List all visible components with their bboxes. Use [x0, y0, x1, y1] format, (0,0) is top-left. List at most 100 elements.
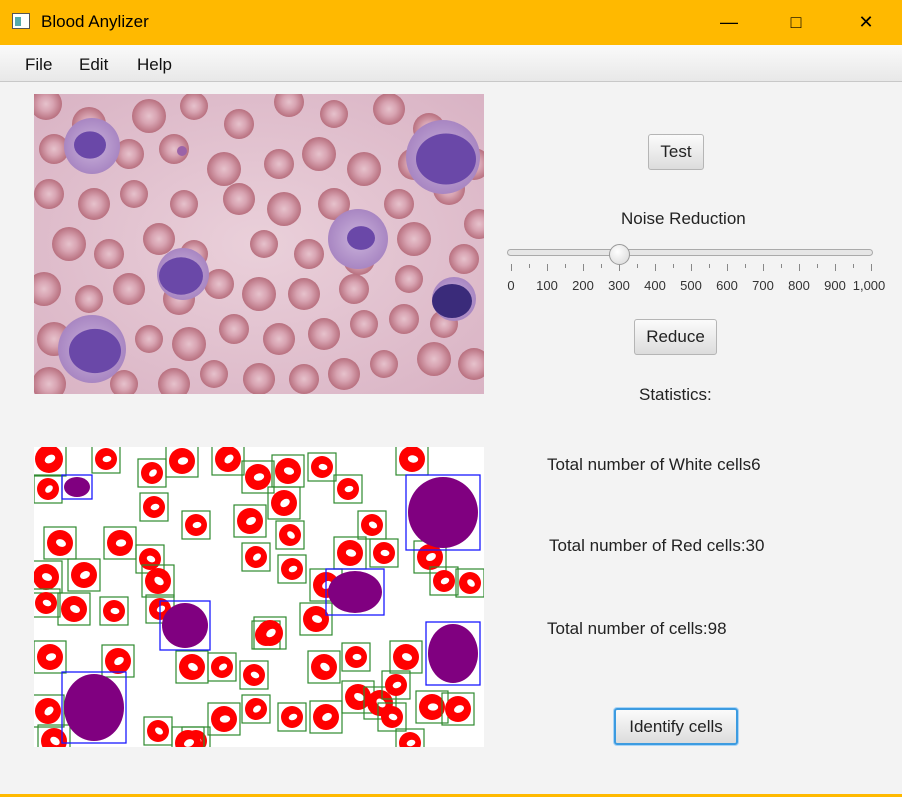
cell-nucleus — [347, 226, 375, 250]
slider-tick-label: 300 — [608, 278, 630, 293]
maximize-icon[interactable]: □ — [773, 0, 819, 45]
red-blood-cell — [250, 230, 278, 258]
cell-nucleus — [74, 131, 106, 159]
red-blood-cell — [120, 180, 148, 208]
slider-tick-label: 500 — [680, 278, 702, 293]
red-blood-cell — [170, 190, 198, 218]
close-icon[interactable]: ✕ — [843, 0, 889, 45]
slider-minor-tick — [781, 264, 782, 268]
noise-reduction-label: Noise Reduction — [621, 209, 746, 228]
menu-file[interactable]: File — [25, 55, 52, 75]
slider-tick-label: 100 — [536, 278, 558, 293]
detected-white-cell — [408, 477, 478, 548]
red-blood-cell — [219, 314, 249, 344]
red-blood-cell — [94, 239, 124, 269]
red-blood-cell — [34, 179, 64, 209]
noise-slider-thumb[interactable] — [609, 244, 630, 265]
red-blood-cell — [78, 188, 110, 220]
cell-nucleus — [69, 328, 121, 374]
red-blood-cell — [207, 152, 241, 186]
title-bar: Blood Anylizer — □ ✕ — [0, 0, 902, 45]
red-blood-cell — [243, 363, 275, 394]
slider-tick — [655, 264, 656, 271]
slider-tick — [691, 264, 692, 271]
red-blood-cell — [294, 239, 324, 269]
total-cells-count: Total number of cells:98 — [547, 619, 727, 638]
red-blood-cell — [302, 137, 336, 171]
slider-minor-tick — [709, 264, 710, 268]
cell-nucleus — [159, 257, 203, 295]
red-blood-cell — [200, 360, 228, 388]
slider-tick — [871, 264, 872, 271]
red-blood-cell — [350, 310, 378, 338]
slider-minor-tick — [745, 264, 746, 268]
slider-tick — [583, 264, 584, 271]
slider-tick-label: 900 — [824, 278, 846, 293]
red-blood-cell — [224, 109, 254, 139]
reduce-button[interactable]: Reduce — [634, 319, 717, 355]
menu-edit[interactable]: Edit — [79, 55, 108, 75]
red-blood-cell — [370, 350, 398, 378]
red-blood-cell — [395, 265, 423, 293]
red-blood-cell — [417, 342, 451, 376]
red-blood-cell — [288, 278, 320, 310]
slider-tick — [763, 264, 764, 271]
red-blood-cell — [113, 273, 145, 305]
identify-cells-button[interactable]: Identify cells — [614, 708, 738, 745]
menu-help[interactable]: Help — [137, 55, 172, 75]
slider-minor-tick — [637, 264, 638, 268]
test-button[interactable]: Test — [648, 134, 704, 170]
red-blood-cell — [75, 285, 103, 313]
slider-tick — [835, 264, 836, 271]
slider-tick — [511, 264, 512, 271]
slider-tick-label: 200 — [572, 278, 594, 293]
red-blood-cell — [328, 358, 360, 390]
red-blood-cell — [267, 192, 301, 226]
detected-white-cell — [64, 674, 124, 741]
red-blood-cell — [397, 222, 431, 256]
statistics-label: Statistics: — [639, 385, 712, 404]
minimize-icon[interactable]: — — [706, 0, 752, 45]
slider-tick-label: 700 — [752, 278, 774, 293]
red-blood-cell — [384, 189, 414, 219]
red-blood-cell — [143, 223, 175, 255]
red-cells-count: Total number of Red cells:30 — [549, 536, 765, 555]
detected-white-cell — [162, 603, 208, 648]
slider-minor-tick — [565, 264, 566, 268]
red-blood-cell — [308, 318, 340, 350]
slider-minor-tick — [817, 264, 818, 268]
slider-minor-tick — [673, 264, 674, 268]
slider-tick — [727, 264, 728, 271]
white-cells-count: Total number of White cells6 — [547, 455, 761, 474]
detected-white-cell — [328, 571, 382, 613]
red-blood-cell — [339, 274, 369, 304]
slider-tick-label: 800 — [788, 278, 810, 293]
red-blood-cell — [373, 94, 405, 125]
platelet — [177, 146, 187, 156]
red-blood-cell — [242, 277, 276, 311]
red-blood-cell — [135, 325, 163, 353]
detected-white-cell — [64, 477, 90, 497]
slider-tick — [799, 264, 800, 271]
red-blood-cell — [223, 183, 255, 215]
cell-nucleus — [416, 133, 476, 185]
slider-tick — [547, 264, 548, 271]
slider-tick — [619, 264, 620, 271]
red-blood-cell — [132, 99, 166, 133]
red-blood-cell — [449, 244, 479, 274]
red-blood-cell — [264, 149, 294, 179]
cell-nucleus — [432, 284, 472, 318]
red-blood-cell — [52, 227, 86, 261]
red-blood-cell — [389, 304, 419, 334]
red-blood-cell — [289, 364, 319, 394]
red-blood-cell — [172, 327, 206, 361]
window-title: Blood Anylizer — [41, 12, 149, 31]
processed-image — [34, 447, 484, 747]
slider-tick-label: 1,000 — [852, 278, 886, 293]
detected-white-cell — [428, 624, 478, 683]
noise-slider-track[interactable] — [507, 249, 873, 256]
menu-bar: File Edit Help — [0, 45, 902, 82]
slider-minor-tick — [529, 264, 530, 268]
red-blood-cell — [263, 323, 295, 355]
slider-tick-label: 400 — [644, 278, 666, 293]
